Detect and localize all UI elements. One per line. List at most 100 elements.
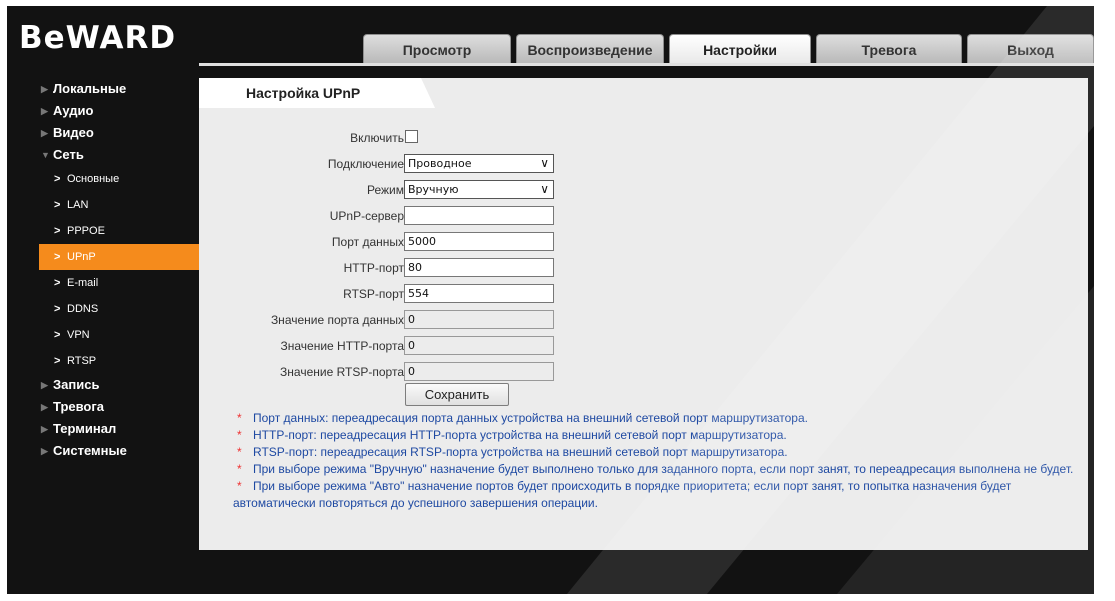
note-item: * HTTP-порт: переадресация HTTP-порта уст… [233, 427, 1083, 444]
beward-logo: BeWARD [19, 20, 177, 56]
row-rtsp-port-result: Значение RTSP-порта 0 [199, 362, 1088, 382]
sidebar-subitem-label: DDNS [67, 303, 99, 315]
page-title: Настройка UPnP [199, 78, 435, 108]
tab-alarm[interactable]: Тревога [816, 34, 962, 63]
http-port-label: HTTP-порт [343, 261, 404, 275]
sidebar-item-label: Видео [53, 125, 94, 140]
note-text: RTSP-порт: переадресация RTSP-порта устр… [253, 445, 788, 459]
connection-select[interactable]: Проводное ∨ [404, 154, 554, 173]
triangle-right-icon: ▶ [41, 84, 48, 94]
tab-underline [199, 63, 1094, 66]
triangle-right-icon: ▶ [41, 446, 48, 456]
chevron-right-icon: > [54, 173, 61, 185]
row-http-port: HTTP-порт 80 [199, 258, 1088, 278]
app-window: BeWARD Просмотр Воспроизведение Настройк… [7, 6, 1094, 594]
rtsp-port-input[interactable]: 554 [404, 284, 554, 303]
row-rtsp-port: RTSP-порт 554 [199, 284, 1088, 304]
tab-exit[interactable]: Выход [967, 34, 1094, 63]
triangle-right-icon: ▶ [41, 128, 48, 138]
sidebar-item-label: Системные [53, 443, 127, 458]
sidebar-subitem-label: PPPOE [67, 225, 105, 237]
row-http-port-result: Значение HTTP-порта 0 [199, 336, 1088, 356]
sidebar-item-label: Локальные [53, 81, 127, 96]
sidebar-item-local[interactable]: ▶ Локальные [39, 78, 204, 100]
rtsp-port-result-field: 0 [404, 362, 554, 381]
upnp-server-label: UPnP-сервер [329, 209, 404, 223]
screenshot-frame: BeWARD Просмотр Воспроизведение Настройк… [0, 0, 1115, 601]
asterisk-icon: * [237, 411, 242, 425]
chevron-down-icon: ∨ [540, 182, 549, 196]
mode-label: Режим [367, 183, 404, 197]
triangle-right-icon: ▶ [41, 106, 48, 116]
sidebar-item-terminal[interactable]: ▶ Терминал [39, 418, 204, 440]
note-item: * Порт данных: переадресация порта данных… [233, 410, 1083, 427]
note-item: * RTSP-порт: переадресация RTSP-порта уст… [233, 444, 1083, 461]
data-port-input[interactable]: 5000 [404, 232, 554, 251]
chevron-right-icon: > [54, 277, 61, 289]
row-data-port: Порт данных 5000 [199, 232, 1088, 252]
mode-select-value: Вручную [408, 183, 459, 196]
sidebar-item-label: Терминал [53, 421, 117, 436]
sidebar-item-system[interactable]: ▶ Системные [39, 440, 204, 462]
triangle-right-icon: ▶ [41, 402, 48, 412]
sidebar-subitem-label: UPnP [67, 251, 96, 263]
row-upnp-server: UPnP-сервер [199, 206, 1088, 226]
chevron-right-icon: > [54, 199, 61, 211]
chevron-right-icon: > [54, 251, 61, 263]
row-enable: Включить [199, 128, 1088, 148]
connection-select-value: Проводное [408, 157, 472, 170]
rtsp-port-result-label: Значение RTSP-порта [280, 365, 404, 379]
tab-view[interactable]: Просмотр [363, 34, 511, 63]
sidebar-subitem-label: RTSP [67, 355, 97, 367]
chevron-right-icon: > [54, 329, 61, 341]
note-text: Порт данных: переадресация порта данных … [253, 411, 808, 425]
chevron-right-icon: > [54, 355, 61, 367]
data-port-label: Порт данных [331, 235, 404, 249]
asterisk-icon: * [237, 428, 242, 442]
chevron-down-icon: ∨ [540, 156, 549, 170]
triangle-right-icon: ▶ [41, 380, 48, 390]
upnp-server-input[interactable] [404, 206, 554, 225]
sidebar-subitem-label: VPN [67, 329, 90, 341]
note-item: * При выборе режима "Авто" назначение пор… [233, 478, 1083, 512]
note-item: * При выборе режима "Вручную" назначение … [233, 461, 1083, 478]
upnp-settings-panel: Включить Подключение Проводное ∨ Режим В… [199, 108, 1088, 550]
row-mode: Режим Вручную ∨ [199, 180, 1088, 200]
row-connection: Подключение Проводное ∨ [199, 154, 1088, 174]
sidebar-item-label: Тревога [53, 399, 105, 414]
http-port-input[interactable]: 80 [404, 258, 554, 277]
row-data-port-result: Значение порта данных 0 [199, 310, 1088, 330]
asterisk-icon: * [237, 445, 242, 459]
sidebar-subitem-label: Основные [67, 173, 120, 185]
chevron-right-icon: > [54, 225, 61, 237]
asterisk-icon: * [237, 462, 242, 476]
sidebar-item-alarm[interactable]: ▶ Тревога [39, 396, 204, 418]
data-port-result-label: Значение порта данных [270, 313, 404, 327]
sidebar-subitem-label: LAN [67, 199, 89, 211]
note-text: HTTP-порт: переадресация HTTP-порта устр… [253, 428, 787, 442]
http-port-result-label: Значение HTTP-порта [280, 339, 405, 353]
sidebar-item-audio[interactable]: ▶ Аудио [39, 100, 204, 122]
note-text: При выборе режима "Вручную" назначение б… [253, 462, 1074, 476]
save-button[interactable]: Сохранить [405, 383, 509, 406]
sidebar-item-label: Запись [53, 377, 100, 392]
enable-checkbox[interactable] [405, 130, 418, 143]
http-port-result-field: 0 [404, 336, 554, 355]
sidebar-item-label: Аудио [53, 103, 94, 118]
tab-settings[interactable]: Настройки [669, 34, 811, 63]
mode-select[interactable]: Вручную ∨ [404, 180, 554, 199]
note-text: При выборе режима "Авто" назначение порт… [233, 479, 1012, 510]
triangle-right-icon: ▶ [41, 424, 48, 434]
enable-label: Включить [350, 131, 404, 145]
tab-playback[interactable]: Воспроизведение [516, 34, 664, 63]
data-port-result-field: 0 [404, 310, 554, 329]
content-area: Настройка UPnP Включить Подключение Пров… [199, 78, 1088, 550]
sidebar-item-label: Сеть [53, 147, 84, 162]
asterisk-icon: * [237, 479, 242, 493]
triangle-down-icon: ▼ [41, 150, 50, 160]
chevron-right-icon: > [54, 303, 61, 315]
rtsp-port-label: RTSP-порт [343, 287, 404, 301]
help-notes: * Порт данных: переадресация порта данных… [233, 410, 1083, 512]
connection-label: Подключение [327, 157, 404, 171]
sidebar-subitem-label: E-mail [67, 277, 99, 289]
